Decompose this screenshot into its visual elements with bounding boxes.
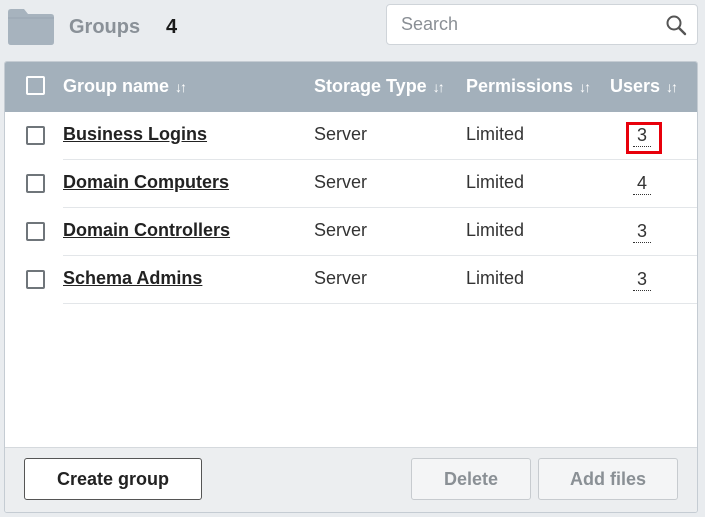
group-name-link[interactable]: Schema Admins — [63, 268, 202, 289]
permissions-cell: Limited — [466, 220, 525, 240]
search-icon[interactable] — [665, 14, 687, 36]
row-checkbox[interactable] — [26, 270, 45, 289]
sort-icon[interactable]: ↓↑ — [579, 79, 591, 95]
delete-button[interactable]: Delete — [411, 458, 531, 500]
row-checkbox[interactable] — [26, 126, 45, 145]
sort-icon[interactable]: ↓↑ — [433, 79, 445, 95]
users-count-link[interactable]: 3 — [633, 220, 652, 243]
folder-icon — [8, 9, 54, 45]
search-box[interactable] — [386, 4, 698, 45]
group-name-link[interactable]: Business Logins — [63, 124, 207, 145]
table-row: Domain Computers Server Limited 4 — [5, 160, 697, 208]
select-all-checkbox[interactable] — [26, 76, 45, 95]
sort-icon[interactable]: ↓↑ — [175, 79, 187, 95]
table-header: Group name ↓↑ Storage Type ↓↑ Permissions ↓… — [5, 62, 697, 112]
storage-type-cell: Server — [314, 124, 368, 144]
column-header-group-name[interactable]: Group name ↓↑ — [63, 76, 187, 97]
create-group-button[interactable]: Create group — [24, 458, 202, 500]
permissions-cell: Limited — [466, 124, 525, 144]
groups-table-panel: Group name ↓↑ Storage Type ↓↑ Permissions ↓… — [4, 61, 698, 513]
storage-type-cell: Server — [314, 220, 368, 240]
storage-type-cell: Server — [314, 172, 368, 192]
permissions-cell: Limited — [466, 172, 525, 192]
table-footer: Create group Delete Add files — [5, 447, 697, 512]
row-checkbox[interactable] — [26, 222, 45, 241]
column-header-users[interactable]: Users ↓↑ — [610, 76, 678, 97]
table-row: Business Logins Server Limited 3 — [5, 112, 697, 160]
page-title: Groups — [69, 16, 141, 38]
table-row: Domain Controllers Server Limited 3 — [5, 208, 697, 256]
table-row: Schema Admins Server Limited 3 — [5, 256, 697, 304]
row-checkbox[interactable] — [26, 174, 45, 193]
group-name-link[interactable]: Domain Controllers — [63, 220, 230, 241]
column-header-storage-type[interactable]: Storage Type ↓↑ — [314, 76, 445, 97]
add-files-button[interactable]: Add files — [538, 458, 678, 500]
row-divider — [63, 303, 697, 304]
group-name-link[interactable]: Domain Computers — [63, 172, 229, 193]
groups-count: 4 — [166, 16, 178, 38]
users-count-link[interactable]: 4 — [633, 172, 652, 195]
storage-type-cell: Server — [314, 268, 368, 288]
sort-icon[interactable]: ↓↑ — [666, 79, 678, 95]
permissions-cell: Limited — [466, 268, 525, 288]
search-input[interactable] — [401, 5, 651, 44]
column-header-permissions[interactable]: Permissions ↓↑ — [466, 76, 591, 97]
users-count-link[interactable]: 3 — [633, 268, 652, 291]
users-count-link[interactable]: 3 — [633, 124, 652, 147]
